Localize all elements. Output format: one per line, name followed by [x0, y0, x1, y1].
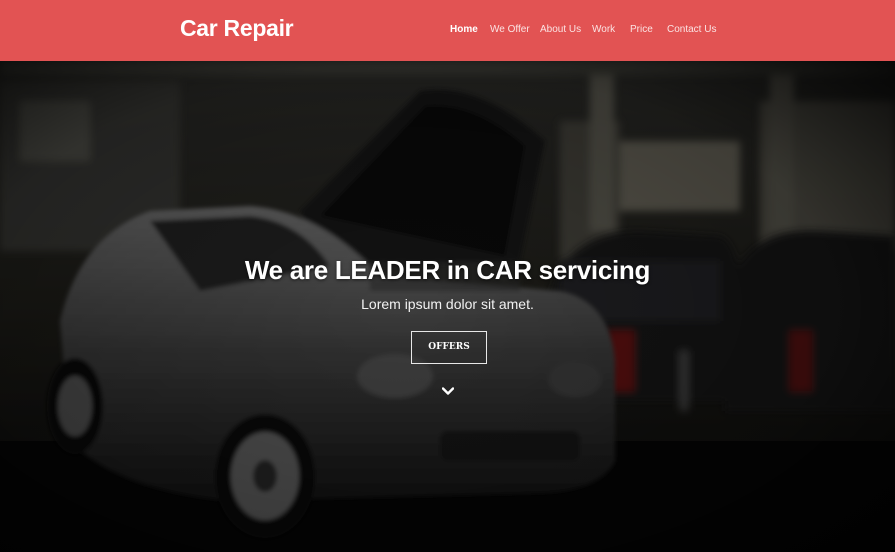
nav-item-we-offer[interactable]: We Offer	[490, 24, 530, 35]
nav-item-about-us[interactable]: About Us	[540, 24, 581, 35]
main-nav: Home We Offer About Us Work Price Contac…	[0, 24, 895, 38]
nav-item-price[interactable]: Price	[630, 24, 653, 35]
offers-button[interactable]: OFFERS	[411, 331, 487, 364]
hero-section: We are LEADER in CAR servicing Lorem ips…	[0, 61, 895, 552]
navbar: Car Repair Home We Offer About Us Work P…	[0, 0, 895, 61]
hero-content: We are LEADER in CAR servicing Lorem ips…	[0, 61, 895, 552]
nav-item-contact-us[interactable]: Contact Us	[667, 24, 716, 35]
hero-title: We are LEADER in CAR servicing	[244, 255, 651, 285]
hero-subtitle: Lorem ipsum dolor sit amet.	[361, 296, 534, 312]
nav-item-home[interactable]: Home	[450, 24, 478, 35]
chevron-down-icon[interactable]	[441, 386, 455, 398]
nav-item-work[interactable]: Work	[592, 24, 615, 35]
